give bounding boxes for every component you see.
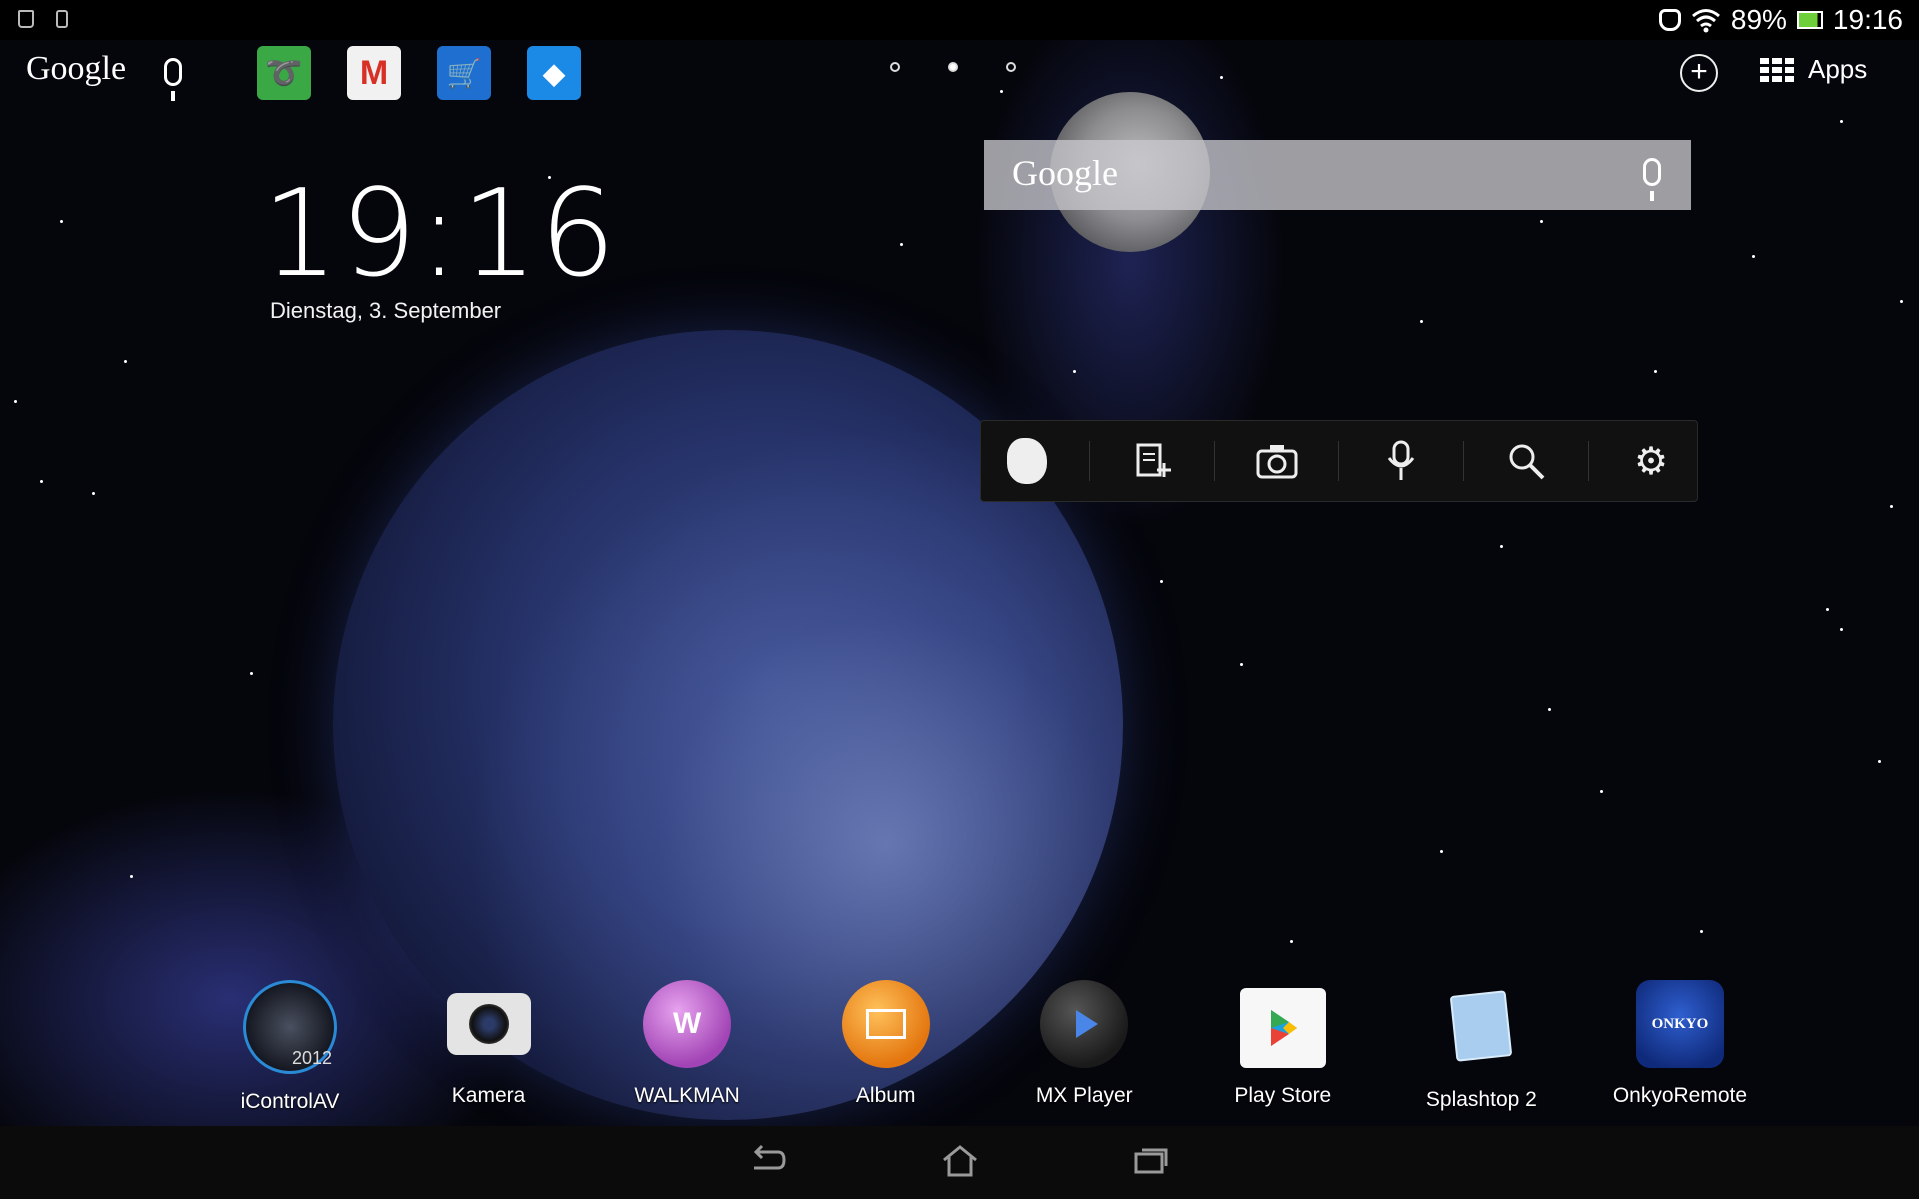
gmail-icon: M — [359, 53, 389, 92]
search-icon — [1509, 444, 1545, 480]
dock-app-mx-player[interactable]: MX Player — [994, 980, 1174, 1114]
evernote-elephant-icon — [1006, 438, 1047, 484]
microphone-icon — [164, 58, 182, 101]
google-search-widget[interactable]: Google — [984, 140, 1691, 210]
dock-app-splashtop[interactable]: Splashtop 2 — [1391, 980, 1571, 1114]
new-note-icon — [1136, 443, 1171, 477]
back-button[interactable] — [746, 1144, 790, 1180]
dolphin-shortcut[interactable]: ➰ — [257, 46, 311, 100]
evernote-camera-button[interactable] — [1247, 431, 1307, 491]
dock-app-onkyoremote[interactable]: ONKYO OnkyoRemote — [1590, 980, 1770, 1114]
album-icon — [841, 980, 930, 1068]
apps-label: Apps — [1808, 54, 1868, 84]
dock-app-walkman[interactable]: W WALKMAN — [597, 980, 777, 1114]
dolphin-icon: ➰ — [265, 56, 303, 90]
dropbox-icon: ◆ — [543, 57, 565, 89]
notification-bag-icon — [18, 10, 34, 28]
dock-app-label: iControlAV — [240, 1090, 340, 1113]
status-notifications — [18, 10, 68, 28]
dock-app-label: Album — [855, 1084, 916, 1107]
evernote-search-button[interactable] — [1496, 431, 1556, 491]
battery-percent: 89% — [1730, 4, 1787, 35]
amazon-shortcut[interactable]: 🛒 — [437, 46, 491, 100]
evernote-settings-button[interactable]: ⚙ — [1621, 431, 1681, 491]
page-dot-active — [948, 62, 958, 72]
search-widget-voice-button[interactable] — [1643, 158, 1661, 201]
dock-app-label: Splashtop 2 — [1425, 1088, 1537, 1111]
onkyo-badge: ONKYO — [1651, 1015, 1709, 1032]
dock-app-label: OnkyoRemote — [1612, 1084, 1748, 1107]
divider — [1338, 441, 1340, 481]
divider — [1213, 441, 1215, 481]
play-store-icon — [1239, 988, 1326, 1068]
recent-apps-icon — [1134, 1148, 1168, 1174]
back-icon — [753, 1144, 786, 1170]
add-widget-button[interactable]: + — [1680, 54, 1718, 92]
apps-grid-icon — [1760, 57, 1794, 82]
voice-search-button[interactable] — [164, 58, 182, 101]
plus-icon: + — [1690, 55, 1708, 88]
voice-note-icon — [1388, 440, 1415, 480]
camera-icon — [1256, 445, 1298, 479]
gmail-shortcut[interactable]: M — [347, 46, 401, 100]
clock-date: Dienstag, 3. September — [270, 298, 502, 323]
page-dot — [890, 62, 900, 72]
status-bar: 89% 19:16 — [0, 0, 1919, 40]
dock-app-label: WALKMAN — [634, 1084, 740, 1107]
dock-app-kamera[interactable]: Kamera — [399, 980, 579, 1114]
battery-icon — [1796, 11, 1823, 29]
home-icon — [943, 1145, 977, 1177]
app-dock: 2012 iControlAV Kamera W WALKMAN Album M… — [200, 980, 1770, 1114]
google-search-button[interactable]: Google — [26, 50, 126, 88]
settings-gear-icon: ⚙ — [1633, 440, 1669, 483]
home-button[interactable] — [938, 1144, 982, 1180]
amazon-cart-icon: 🛒 — [446, 57, 482, 89]
apps-button[interactable]: Apps — [1760, 54, 1867, 85]
dock-app-play-store[interactable]: Play Store — [1193, 980, 1373, 1114]
icontrolav-icon: 2012 — [243, 980, 337, 1074]
divider — [1588, 441, 1590, 481]
status-system: 89% 19:16 — [1658, 0, 1903, 40]
wifi-icon — [1691, 9, 1720, 33]
search-widget-google-logo: Google — [1012, 153, 1118, 193]
onkyo-icon: ONKYO — [1635, 980, 1724, 1068]
divider — [1088, 441, 1090, 481]
headset-icon — [1658, 9, 1681, 31]
recent-apps-button[interactable] — [1130, 1144, 1174, 1180]
microphone-icon — [1643, 158, 1661, 201]
dock-app-label: Play Store — [1234, 1084, 1332, 1107]
dock-app-icontrolav[interactable]: 2012 iControlAV — [200, 980, 380, 1114]
status-time: 19:16 — [1832, 4, 1903, 35]
dock-app-album[interactable]: Album — [796, 980, 976, 1114]
dock-app-label: Kamera — [451, 1084, 526, 1107]
navigation-bar — [0, 1126, 1919, 1199]
evernote-voice-button[interactable] — [1371, 431, 1431, 491]
divider — [1463, 441, 1465, 481]
google-logo: Google — [26, 50, 127, 87]
dropbox-shortcut[interactable]: ◆ — [527, 46, 581, 100]
walkman-icon: W — [643, 980, 732, 1068]
evernote-widget: ⚙ — [980, 420, 1698, 502]
page-dot — [1006, 62, 1016, 72]
shortcut-bar: ➰ M 🛒 ◆ — [257, 46, 581, 100]
notification-device-icon — [56, 10, 68, 28]
splashtop-icon — [1450, 990, 1513, 1062]
dock-app-label: MX Player — [1035, 1084, 1133, 1107]
mx-player-icon — [1040, 980, 1129, 1068]
evernote-new-note-button[interactable] — [1122, 431, 1182, 491]
clock-time[interactable]: 19:16 — [262, 165, 618, 304]
page-indicator — [890, 62, 1016, 72]
camera-app-icon — [446, 993, 531, 1055]
icontrolav-badge: 2012 — [291, 1048, 332, 1068]
evernote-open-button[interactable] — [997, 431, 1057, 491]
